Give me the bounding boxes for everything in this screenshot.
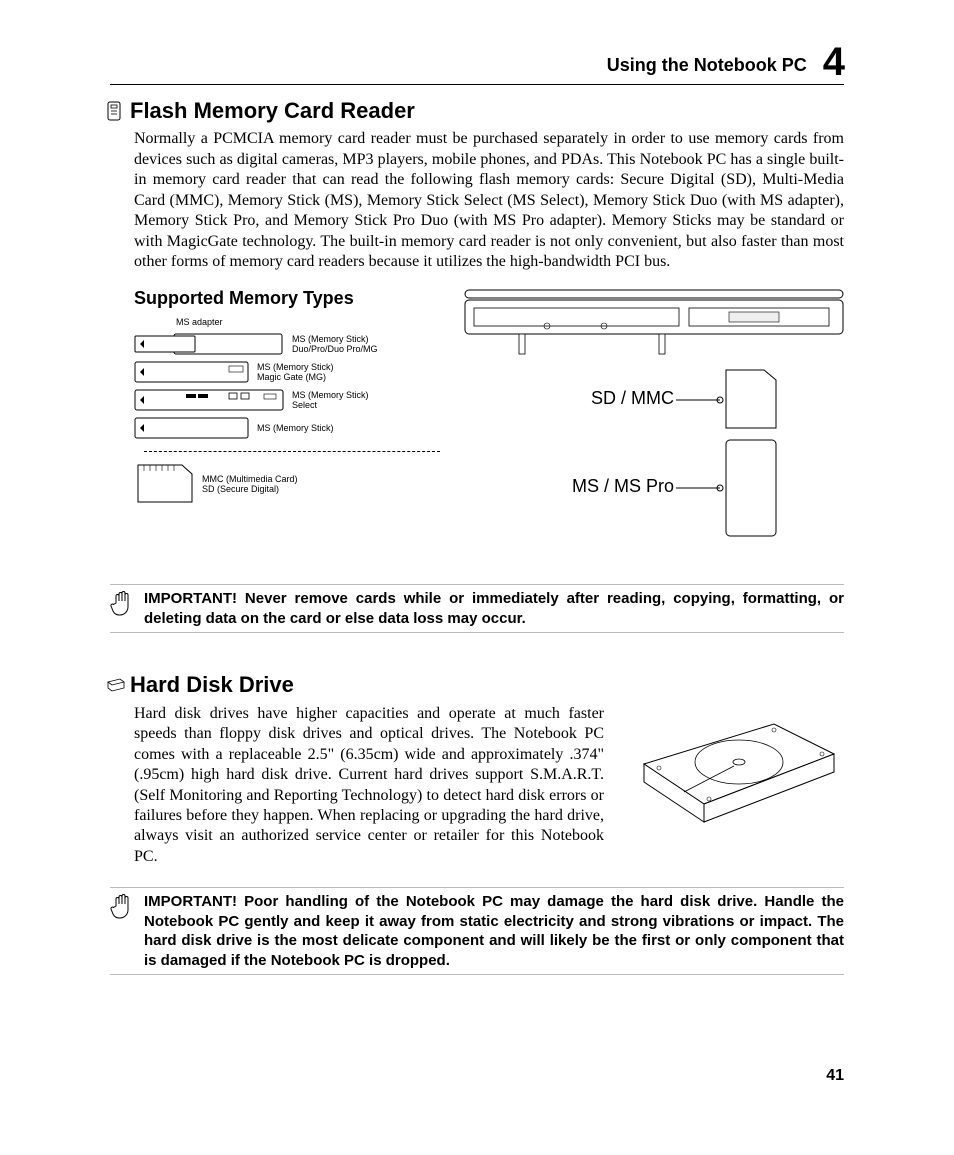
- important-note-1: IMPORTANT! Never remove cards while or i…: [110, 584, 844, 633]
- section-flash-card: Flash Memory Card Reader Normally a PCMC…: [134, 99, 844, 568]
- hand-stop-icon: [110, 589, 134, 619]
- supported-memory-block: Supported Memory Types MS adapter MS (Me…: [134, 288, 844, 568]
- sd-mmc-card-icon: [134, 464, 194, 504]
- card-row-1: MS (Memory Stick) Duo/Pro/Duo Pro/MG: [134, 333, 440, 355]
- important-text-2: IMPORTANT! Poor handling of the Notebook…: [144, 892, 844, 970]
- card-label-1: MS (Memory Stick) Duo/Pro/Duo Pro/MG: [292, 334, 378, 356]
- ms-card-icon: [134, 417, 249, 439]
- card-row-4: MS (Memory Stick): [134, 417, 440, 439]
- ms-select-card-icon: [134, 389, 284, 411]
- page-header: Using the Notebook PC 4: [110, 42, 844, 85]
- notebook-side-icon: [464, 288, 844, 358]
- manual-page: Using the Notebook PC 4 Flash Memory Car…: [0, 0, 954, 1155]
- section2-title: Hard Disk Drive: [130, 673, 294, 697]
- section1-body: Normally a PCMCIA memory card reader mus…: [134, 129, 844, 272]
- ms-duo-card-icon: [134, 333, 284, 355]
- ms-adapter-label: MS adapter: [176, 317, 440, 327]
- card-reader-icon: [106, 101, 126, 121]
- card-label-5: MMC (Multimedia Card) SD (Secure Digital…: [202, 474, 298, 496]
- important-note-2: IMPORTANT! Poor handling of the Notebook…: [110, 887, 844, 975]
- card-label-2: MS (Memory Stick) Magic Gate (MG): [257, 362, 334, 384]
- card-label-3: MS (Memory Stick) Select: [292, 390, 369, 412]
- sd-slot-card-icon: [724, 368, 779, 430]
- memory-sub-heading: Supported Memory Types: [134, 288, 440, 309]
- chapter-number: 4: [817, 42, 844, 82]
- header-title: Using the Notebook PC: [607, 56, 807, 82]
- hdd-illustration-icon: [624, 704, 844, 834]
- section-title: Flash Memory Card Reader: [130, 99, 415, 123]
- slot-ms-label: MS / MS Pro: [554, 476, 674, 497]
- ms-slot-card-icon: [724, 438, 779, 538]
- ms-mg-card-icon: [134, 361, 249, 383]
- card-row-5: MMC (Multimedia Card) SD (Secure Digital…: [134, 464, 440, 504]
- slot-sd-label: SD / MMC: [564, 388, 674, 409]
- leader-line-2-icon: [676, 478, 726, 498]
- card-label-4: MS (Memory Stick): [257, 423, 334, 434]
- hand-stop-icon: [110, 892, 134, 922]
- section-hdd: Hard Disk Drive Hard disk drives have hi…: [134, 673, 844, 867]
- hdd-section-icon: [106, 676, 126, 696]
- card-row-2: MS (Memory Stick) Magic Gate (MG): [134, 361, 440, 383]
- important-text-1: IMPORTANT! Never remove cards while or i…: [144, 589, 844, 628]
- section2-body: Hard disk drives have higher capacities …: [134, 704, 604, 868]
- card-row-3: MS (Memory Stick) Select: [134, 389, 440, 411]
- leader-line-1-icon: [676, 390, 726, 410]
- notebook-side-diagram: SD / MMC MS / MS Pro: [464, 288, 844, 568]
- card-divider: [144, 451, 440, 452]
- page-number: 41: [826, 1067, 844, 1085]
